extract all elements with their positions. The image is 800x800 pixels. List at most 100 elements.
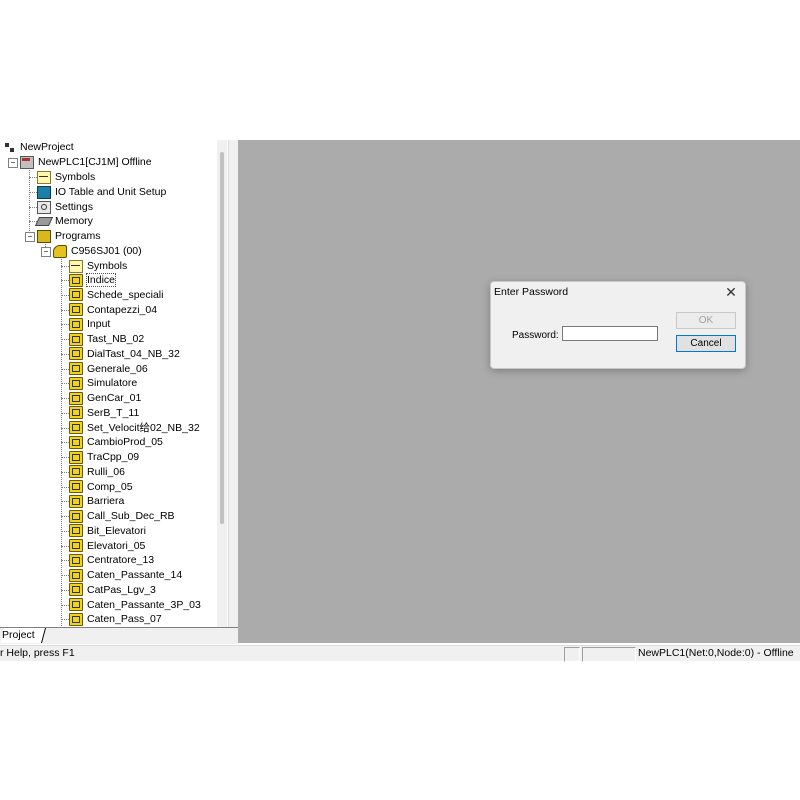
tree-scrollbar-thumb[interactable] xyxy=(220,152,224,524)
tree-item-label: Call_Sub_Dec_RB xyxy=(87,510,175,523)
tree-item-section[interactable]: Rulli_06 xyxy=(69,465,125,479)
tree-guide-line xyxy=(61,619,69,621)
tree-item-label: Bit_Elevatori xyxy=(87,524,146,537)
tree-item-label: Symbols xyxy=(87,260,128,273)
tree-item-label: Input xyxy=(87,318,111,331)
tree-guide-line xyxy=(61,398,69,399)
tree-item-section[interactable]: Bit_Elevatori xyxy=(69,524,146,538)
expander-programs[interactable]: − xyxy=(25,232,35,242)
tree-item-label: SerB_T_11 xyxy=(87,406,140,419)
status-plc-connection: NewPLC1(Net:0,Node:0) - Offline xyxy=(638,647,794,659)
expander-plc[interactable]: − xyxy=(8,158,18,168)
tree-item-section[interactable]: Input xyxy=(69,317,110,331)
tree-item-section[interactable]: Comp_05 xyxy=(69,480,133,494)
enter-password-dialog: Enter Password ✕ Password: OK Cancel xyxy=(490,281,746,369)
tree-item-section[interactable]: TraCpp_09 xyxy=(69,450,139,464)
tree-item-section[interactable]: SerB_T_11 xyxy=(69,406,139,420)
tree-item-settings[interactable]: Settings xyxy=(37,200,93,214)
tree-item-label: Generale_06 xyxy=(87,362,148,375)
tree-item-section[interactable]: Centratore_13 xyxy=(69,553,154,567)
tree-item-label: Indice xyxy=(85,273,117,288)
tree-guide-line xyxy=(61,294,69,296)
tree-guide-line xyxy=(61,309,69,311)
tree-item-task-symbols[interactable]: Symbols xyxy=(69,259,127,273)
tree-item-label: Simulatore xyxy=(87,377,138,390)
tree-item-section[interactable]: Caten_Passante_14 xyxy=(69,568,182,582)
cancel-button[interactable]: Cancel xyxy=(676,335,736,352)
tree-guide-line xyxy=(61,368,69,370)
program-section-icon xyxy=(69,376,83,390)
tree-scrollbar[interactable] xyxy=(217,140,227,627)
tab-project[interactable]: Project xyxy=(0,628,46,643)
tree-guide-line xyxy=(61,324,69,326)
task-icon xyxy=(53,244,67,258)
tree-item-section[interactable]: CambioProd_05 xyxy=(69,435,163,449)
program-section-icon xyxy=(69,598,83,612)
program-section-icon xyxy=(69,406,83,420)
tree-item-label: Programs xyxy=(55,230,101,243)
program-section-icon xyxy=(69,347,83,361)
tree-item-label: DialTast_04_NB_32 xyxy=(87,347,180,360)
tree-item-section[interactable]: Barriera xyxy=(69,494,124,508)
tree-item-io-table[interactable]: IO Table and Unit Setup xyxy=(37,185,166,199)
tree-guide-line xyxy=(61,457,69,458)
tree-item-label: CatPas_Lgv_3 xyxy=(87,583,156,596)
tree-item-label: Symbols xyxy=(55,171,96,184)
tree-item-newproject[interactable]: NewProject xyxy=(4,140,74,154)
tree-guide-line xyxy=(61,442,69,444)
tree-item-section[interactable]: Contapezzi_04 xyxy=(69,303,157,317)
tree-item-section[interactable]: Elevatori_05 xyxy=(69,539,145,553)
tree-item-label: CambioProd_05 xyxy=(87,436,163,449)
tree-guide-line xyxy=(61,560,69,562)
program-section-icon xyxy=(69,303,83,317)
tree-item-section[interactable]: DialTast_04_NB_32 xyxy=(69,347,180,361)
program-section-icon xyxy=(69,583,83,597)
io-table-icon xyxy=(37,185,51,199)
tree-item-section[interactable]: Generale_06 xyxy=(69,362,148,376)
tree-item-plc[interactable]: NewPLC1[CJ1M] Offline xyxy=(20,155,152,169)
program-section-icon xyxy=(69,450,83,464)
program-section-icon xyxy=(69,332,83,346)
tree-item-label: IO Table and Unit Setup xyxy=(55,186,167,199)
tree-item-section[interactable]: Call_Sub_Dec_RB xyxy=(69,509,175,523)
tree-item-section[interactable]: Caten_Passante_3P_03 xyxy=(69,598,201,612)
tree-item-section[interactable]: Set_Velocit给02_NB_32 xyxy=(69,421,200,435)
tree-item-memory[interactable]: Memory xyxy=(34,214,93,228)
tree-item-label: Barriera xyxy=(87,495,125,508)
plc-icon xyxy=(20,155,34,169)
tree-item-section[interactable]: Caten_Pass_07 xyxy=(69,612,162,626)
tree-item-label: C956SJ01 (00) xyxy=(71,245,142,258)
tree-item-section[interactable]: GenCar_01 xyxy=(69,391,141,405)
program-section-icon xyxy=(69,509,83,523)
program-section-icon xyxy=(69,494,83,508)
program-section-icon xyxy=(69,524,83,538)
tree-item-section[interactable]: Indice xyxy=(69,273,117,288)
tree-guide-line xyxy=(61,412,69,414)
tree-item-section[interactable]: Tast_NB_02 xyxy=(69,332,144,346)
password-input[interactable] xyxy=(562,326,658,341)
program-section-icon xyxy=(69,568,83,582)
tree-guide-line xyxy=(61,545,69,547)
program-section-icon xyxy=(69,362,83,376)
tree-item-label: Memory xyxy=(55,215,93,228)
tree-item-label: Settings xyxy=(55,201,93,214)
tab-project-label: Project xyxy=(2,629,35,641)
ok-button[interactable]: OK xyxy=(676,312,736,329)
cx-programmer-window: NewProject − NewPLC1[CJ1M] Offline Symbo… xyxy=(0,140,800,662)
programs-icon xyxy=(37,229,51,243)
close-icon[interactable]: ✕ xyxy=(723,284,739,300)
program-section-icon xyxy=(69,612,83,626)
tree-item-section[interactable]: CatPas_Lgv_3 xyxy=(69,583,156,597)
status-help-text: r Help, press F1 xyxy=(0,647,75,659)
program-section-icon xyxy=(69,317,83,331)
status-cell xyxy=(564,647,580,662)
tree-guide-line xyxy=(61,471,69,473)
tree-item-task[interactable]: C956SJ01 (00) xyxy=(53,244,142,258)
tree-guide-line xyxy=(61,339,69,340)
tree-item-section[interactable]: Schede_speciali xyxy=(69,288,163,302)
tree-item-symbols[interactable]: Symbols xyxy=(37,170,95,184)
tree-item-programs[interactable]: Programs xyxy=(37,229,101,243)
tree-item-label: Schede_speciali xyxy=(87,288,164,301)
expander-task[interactable]: − xyxy=(41,247,51,257)
tree-item-section[interactable]: Simulatore xyxy=(69,376,137,390)
